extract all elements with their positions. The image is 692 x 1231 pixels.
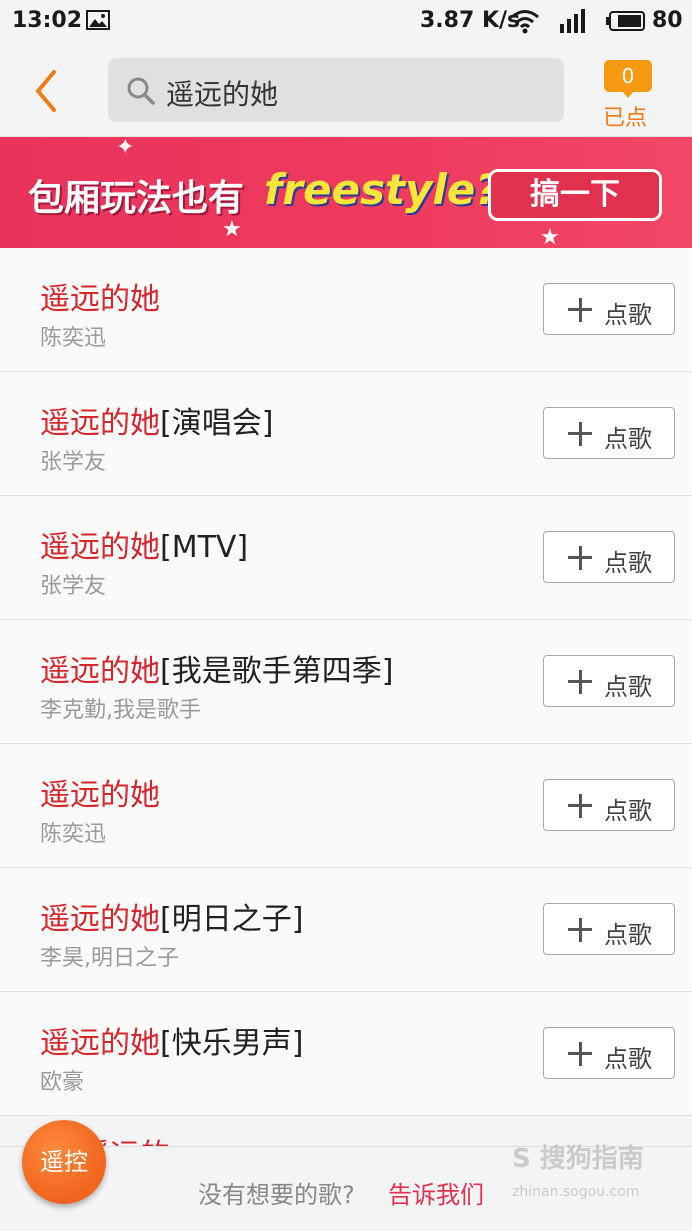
star-decoration-icon: ✦ <box>116 137 135 160</box>
plus-icon <box>568 422 592 446</box>
status-bar: 13:02 3.87 K/s 80 <box>0 0 692 44</box>
plus-icon <box>568 794 592 818</box>
song-title: 遥远的她 <box>40 778 160 813</box>
battery-icon <box>606 11 645 31</box>
song-artist: 李昊,明日之子 <box>40 946 179 971</box>
network-speed: 3.87 K/s <box>420 8 521 33</box>
plus-icon <box>568 918 592 942</box>
song-row[interactable]: 遥远的她[快乐男声] 欧豪 点歌 <box>0 992 692 1116</box>
add-song-button[interactable]: 点歌 <box>543 283 675 335</box>
banner-highlight: freestyle? <box>264 165 500 214</box>
search-input[interactable]: 遥远的她 <box>166 73 278 113</box>
selected-songs-button[interactable]: 0 已点 <box>600 56 656 131</box>
search-box[interactable]: 遥远的她 <box>108 58 564 122</box>
song-title: 遥远的她[明日之子] <box>40 902 304 937</box>
banner-button[interactable]: 搞一下 <box>488 169 662 221</box>
song-title: 遥远的她 <box>40 282 160 317</box>
search-header: 遥远的她 0 已点 <box>0 44 692 137</box>
star-decoration-icon: ★ <box>540 225 560 248</box>
song-row[interactable]: 遥远的她[我是歌手第四季] 李克勤,我是歌手 点歌 <box>0 620 692 744</box>
search-icon <box>127 77 155 105</box>
song-row[interactable]: 遥远的她 陈奕迅 点歌 <box>0 744 692 868</box>
song-row[interactable]: 遥远的她 陈奕迅 点歌 <box>0 248 692 372</box>
image-icon <box>86 10 110 30</box>
song-title: 遥远的她[MTV] <box>40 530 249 565</box>
song-title: 遥远的她[快乐男声] <box>40 1026 304 1061</box>
footer-prompt: 没有想要的歌? <box>198 1181 355 1209</box>
song-list: 遥远的她 陈奕迅 点歌 遥远的她[演唱会] 张学友 点歌 遥远的她[MTV] 张… <box>0 248 692 1116</box>
selected-label: 已点 <box>603 106 648 131</box>
add-song-button[interactable]: 点歌 <box>543 407 675 459</box>
song-title: 遥远的她[我是歌手第四季] <box>40 654 394 689</box>
selected-count-badge: 0 <box>604 60 652 98</box>
song-title: 遥远的她[演唱会] <box>40 406 274 441</box>
song-artist: 陈奕迅 <box>40 326 107 351</box>
plus-icon <box>568 298 592 322</box>
song-row[interactable]: 遥远的她[演唱会] 张学友 点歌 <box>0 372 692 496</box>
wifi-icon <box>511 10 539 34</box>
back-icon[interactable] <box>28 68 68 114</box>
song-row[interactable]: 遥远的她[MTV] 张学友 点歌 <box>0 496 692 620</box>
add-song-button[interactable]: 点歌 <box>543 779 675 831</box>
remote-control-button[interactable]: 遥控 <box>22 1120 106 1204</box>
watermark-url: zhinan.sogou.com <box>512 1184 640 1200</box>
add-song-button[interactable]: 点歌 <box>543 531 675 583</box>
plus-icon <box>568 670 592 694</box>
song-artist: 李克勤,我是歌手 <box>40 698 201 723</box>
add-song-button[interactable]: 点歌 <box>543 1027 675 1079</box>
status-time: 13:02 <box>12 8 83 33</box>
banner-text: 包厢玩法也有 <box>28 178 245 219</box>
song-artist: 欧豪 <box>40 1070 85 1095</box>
plus-icon <box>568 546 592 570</box>
song-row[interactable]: 遥远的她[明日之子] 李昊,明日之子 点歌 <box>0 868 692 992</box>
song-artist: 张学友 <box>40 450 107 475</box>
plus-icon <box>568 1042 592 1066</box>
song-artist: 陈奕迅 <box>40 822 107 847</box>
feedback-link[interactable]: 告诉我们 <box>388 1175 484 1210</box>
battery-level: 80 <box>652 8 683 33</box>
signal-icon <box>560 9 585 33</box>
add-song-button[interactable]: 点歌 <box>543 655 675 707</box>
add-song-button[interactable]: 点歌 <box>543 903 675 955</box>
watermark: S 搜狗指南 <box>512 1144 644 1174</box>
song-artist: 张学友 <box>40 574 107 599</box>
promo-banner[interactable]: ✦ ★ ★ 包厢玩法也有 freestyle? 搞一下 <box>0 137 692 248</box>
